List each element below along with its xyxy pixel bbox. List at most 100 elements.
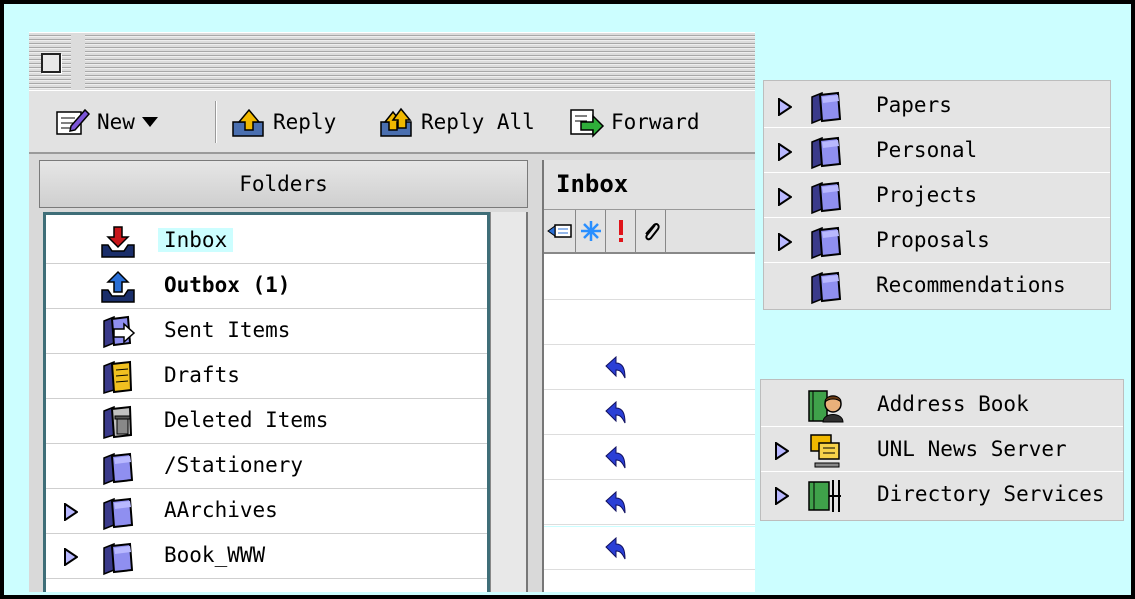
- outbox-icon: [101, 270, 135, 303]
- folder-icon: [808, 134, 844, 170]
- subfolder-row-papers[interactable]: Papers: [764, 83, 1110, 128]
- replied-icon: [604, 401, 626, 425]
- window-titlebar[interactable]: [29, 32, 755, 91]
- replied-icon: [604, 537, 626, 561]
- reply-button[interactable]: Reply: [231, 105, 336, 139]
- attachment-icon: [644, 222, 660, 241]
- disclosure-triangle-icon[interactable]: [775, 487, 789, 505]
- message-row[interactable]: [544, 526, 755, 570]
- directory-icon: [808, 480, 841, 512]
- new-button-label: New: [97, 110, 135, 134]
- inbox-icon: [101, 226, 135, 258]
- reply-button-label: Reply: [273, 110, 337, 134]
- folder-icon: [808, 269, 844, 305]
- folder-label: Recommendations: [876, 273, 1066, 297]
- new-status-column[interactable]: [576, 210, 606, 252]
- disclosure-triangle-icon[interactable]: [64, 548, 78, 566]
- titlebar-cap: [71, 33, 85, 91]
- service-row-address-book[interactable]: Address Book: [761, 382, 1123, 427]
- disclosure-triangle-icon[interactable]: [64, 503, 78, 521]
- folder-row-drafts[interactable]: Drafts: [46, 354, 487, 399]
- replied-icon: [604, 446, 626, 470]
- folder-label: Sent Items: [164, 318, 291, 342]
- folder-row-deleted-items[interactable]: Deleted Items: [46, 399, 487, 444]
- service-row-directory-services[interactable]: Directory Services: [761, 472, 1123, 517]
- collapse-icon: [546, 224, 572, 238]
- replied-icon: [604, 491, 626, 515]
- news-server-icon: [810, 434, 840, 468]
- reply-all-icon: [380, 107, 412, 137]
- trash-icon: [103, 405, 133, 439]
- message-row[interactable]: [544, 481, 755, 525]
- message-row[interactable]: [544, 436, 755, 480]
- message-list-pane: Inbox: [542, 160, 755, 592]
- subfolder-panel: Papers Personal Projects Proposals Recom…: [763, 80, 1111, 310]
- address-book-icon: [808, 390, 844, 423]
- service-label: Address Book: [877, 392, 1029, 416]
- replied-icon: [604, 356, 626, 380]
- message-list-header: Inbox: [544, 160, 755, 210]
- disclosure-triangle-icon[interactable]: [778, 233, 792, 251]
- message-row[interactable]: [544, 301, 755, 345]
- subfolder-row-projects[interactable]: Projects: [764, 173, 1110, 218]
- folder-row-outbox[interactable]: Outbox (1): [46, 264, 487, 309]
- chevron-down-icon: [141, 117, 158, 127]
- close-box[interactable]: [41, 53, 61, 73]
- new-button[interactable]: New: [55, 105, 159, 139]
- message-row[interactable]: [544, 256, 755, 300]
- priority-column[interactable]: [606, 210, 636, 252]
- forward-icon: [570, 109, 605, 138]
- subfolder-row-recommendations[interactable]: Recommendations: [764, 263, 1110, 308]
- folder-list: Inbox Outbox (1) Sent Items Drafts Delet…: [43, 212, 490, 592]
- folders-header-label: Folders: [239, 172, 328, 196]
- folder-row-aarchives[interactable]: AArchives: [46, 489, 487, 534]
- message-column-headers: [544, 210, 755, 254]
- forward-button-label: Forward: [611, 110, 700, 134]
- folder-icon: [100, 540, 136, 576]
- folder-icon: [808, 89, 844, 125]
- folder-icon: [100, 495, 136, 531]
- subfolder-row-proposals[interactable]: Proposals: [764, 218, 1110, 263]
- mailbox-title: Inbox: [556, 170, 629, 198]
- disclosure-triangle-icon[interactable]: [778, 188, 792, 206]
- service-row-news-server[interactable]: UNL News Server: [761, 427, 1123, 472]
- reply-icon: [232, 108, 264, 137]
- folder-row-inbox[interactable]: Inbox: [46, 219, 487, 264]
- folder-row-sent-items[interactable]: Sent Items: [46, 309, 487, 354]
- message-row[interactable]: [544, 346, 755, 390]
- attachment-column[interactable]: [636, 210, 666, 252]
- folder-row-stationery[interactable]: /Stationery: [46, 444, 487, 489]
- folder-icon: [100, 450, 136, 486]
- folder-list-scrollbar[interactable]: [490, 212, 528, 592]
- folder-icon: [808, 179, 844, 215]
- forward-button[interactable]: Forward: [569, 105, 700, 139]
- new-status-icon: [580, 221, 601, 241]
- folder-label: Personal: [876, 138, 978, 162]
- disclosure-triangle-icon[interactable]: [775, 442, 789, 460]
- service-label: Directory Services: [877, 482, 1105, 506]
- subfolder-row-personal[interactable]: Personal: [764, 128, 1110, 173]
- toolbar: New Reply Reply All Forward: [29, 90, 755, 154]
- folder-label: Drafts: [164, 363, 240, 387]
- folder-label: Book_WWW: [164, 543, 266, 567]
- collapse-column[interactable]: [544, 210, 576, 252]
- reply-all-button[interactable]: Reply All: [379, 105, 535, 139]
- desktop-background: New Reply Reply All Forward Folders Inbo…: [4, 4, 1131, 595]
- folder-label: Papers: [876, 93, 952, 117]
- folder-label: Inbox: [158, 228, 234, 252]
- folder-label: Projects: [876, 183, 978, 207]
- reply-all-button-label: Reply All: [421, 110, 535, 134]
- folder-row-book-www[interactable]: Book_WWW: [46, 534, 487, 579]
- folder-label: Proposals: [876, 228, 990, 252]
- priority-icon: [618, 220, 623, 242]
- disclosure-triangle-icon[interactable]: [778, 143, 792, 161]
- folders-column-header[interactable]: Folders: [39, 160, 528, 208]
- sent-items-icon: [103, 315, 136, 349]
- mail-window: New Reply Reply All Forward Folders Inbo…: [29, 32, 755, 592]
- message-row[interactable]: [544, 391, 755, 435]
- folder-label: /Stationery: [164, 453, 304, 477]
- disclosure-triangle-icon[interactable]: [778, 98, 792, 116]
- service-label: UNL News Server: [877, 437, 1067, 461]
- folder-icon: [808, 224, 844, 260]
- column-overflow: [666, 210, 674, 252]
